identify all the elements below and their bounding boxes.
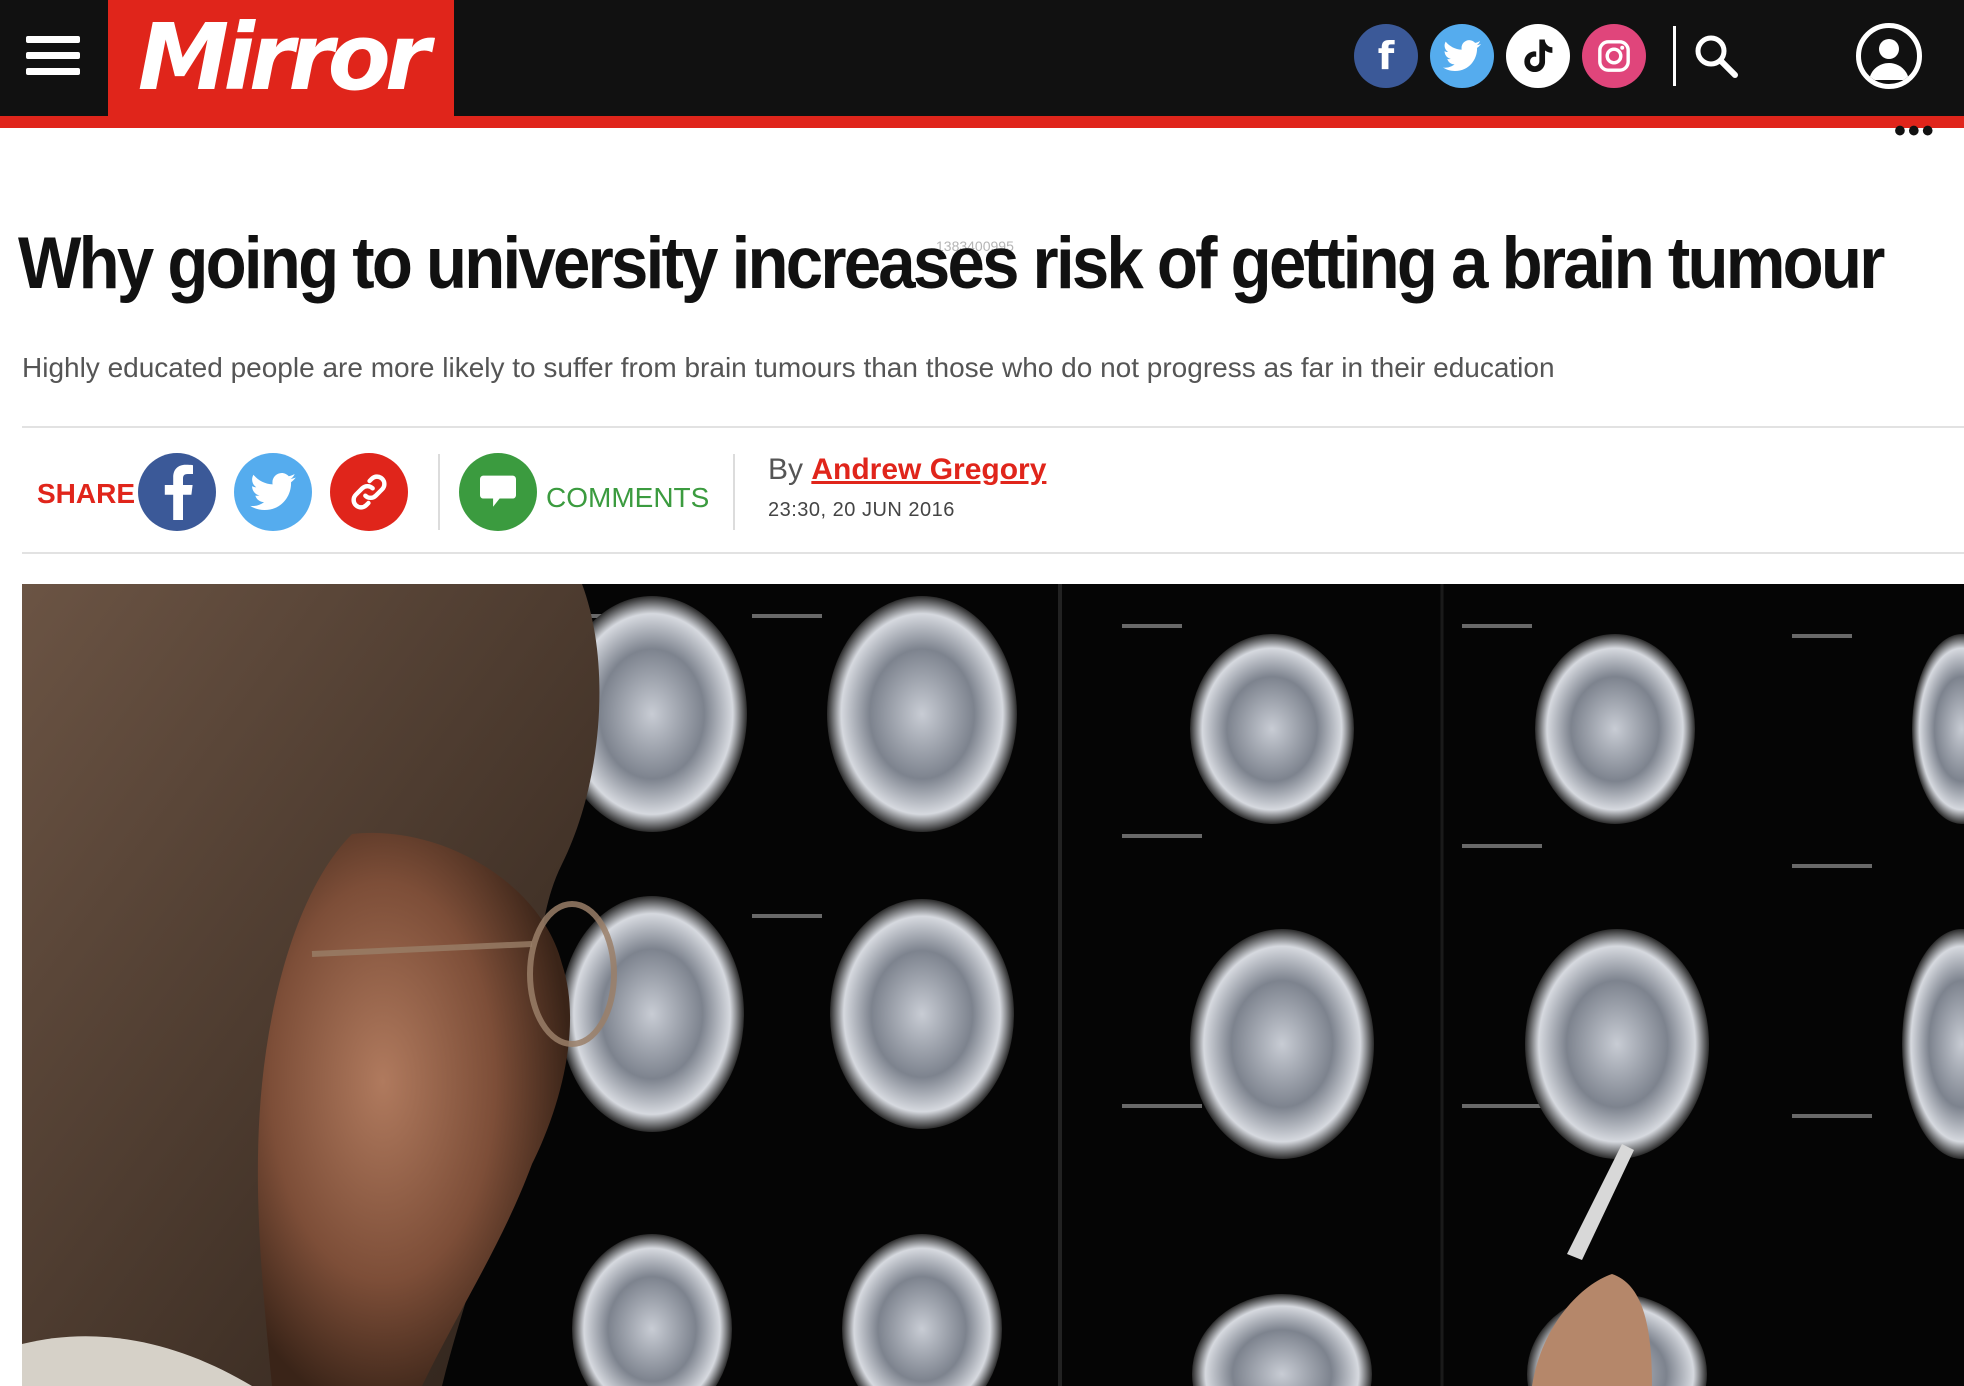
article-headline: Why going to university increases risk o… — [18, 223, 1885, 304]
byline: By Andrew Gregory — [768, 453, 1046, 487]
search-icon[interactable] — [1692, 32, 1740, 80]
facebook-icon — [164, 464, 193, 520]
author-link[interactable]: Andrew Gregory — [811, 453, 1046, 486]
article-hero-image[interactable] — [22, 584, 1964, 1386]
copy-link-button[interactable] — [330, 453, 408, 531]
logo-text: Mirror — [137, 4, 430, 111]
account-icon[interactable] — [1856, 23, 1922, 89]
header-facebook-icon[interactable]: f — [1354, 24, 1418, 88]
header-accent-line — [0, 116, 1964, 128]
twitter-icon — [1443, 40, 1481, 72]
share-facebook-button[interactable] — [138, 453, 216, 531]
link-icon — [351, 474, 387, 510]
share-divider — [438, 454, 440, 530]
divider — [22, 426, 1964, 428]
comments-button[interactable] — [459, 453, 537, 531]
more-icon[interactable]: ••• — [1894, 114, 1936, 148]
byline-prefix: By — [768, 453, 804, 486]
comments-link[interactable]: COMMENTS — [546, 482, 709, 514]
site-logo[interactable]: Mirror — [108, 0, 454, 116]
header-twitter-icon[interactable] — [1430, 24, 1494, 88]
header-divider — [1673, 26, 1676, 86]
publish-timestamp: 23:30, 20 JUN 2016 — [768, 499, 955, 521]
divider — [22, 552, 1964, 554]
instagram-icon — [1598, 40, 1630, 72]
brain-scan-photo — [22, 584, 1964, 1386]
facebook-glyph: f — [1377, 34, 1395, 78]
header-tiktok-icon[interactable] — [1506, 24, 1570, 88]
comment-icon — [480, 475, 516, 507]
share-label: SHARE — [37, 478, 136, 509]
menu-icon[interactable] — [26, 36, 80, 76]
header-instagram-icon[interactable] — [1582, 24, 1646, 88]
tiktok-icon — [1524, 39, 1553, 73]
twitter-icon — [250, 473, 296, 511]
byline-divider — [733, 454, 735, 530]
article-standfirst: Highly educated people are more likely t… — [22, 352, 1555, 383]
share-twitter-button[interactable] — [234, 453, 312, 531]
site-header: Mirror f — [0, 0, 1964, 116]
